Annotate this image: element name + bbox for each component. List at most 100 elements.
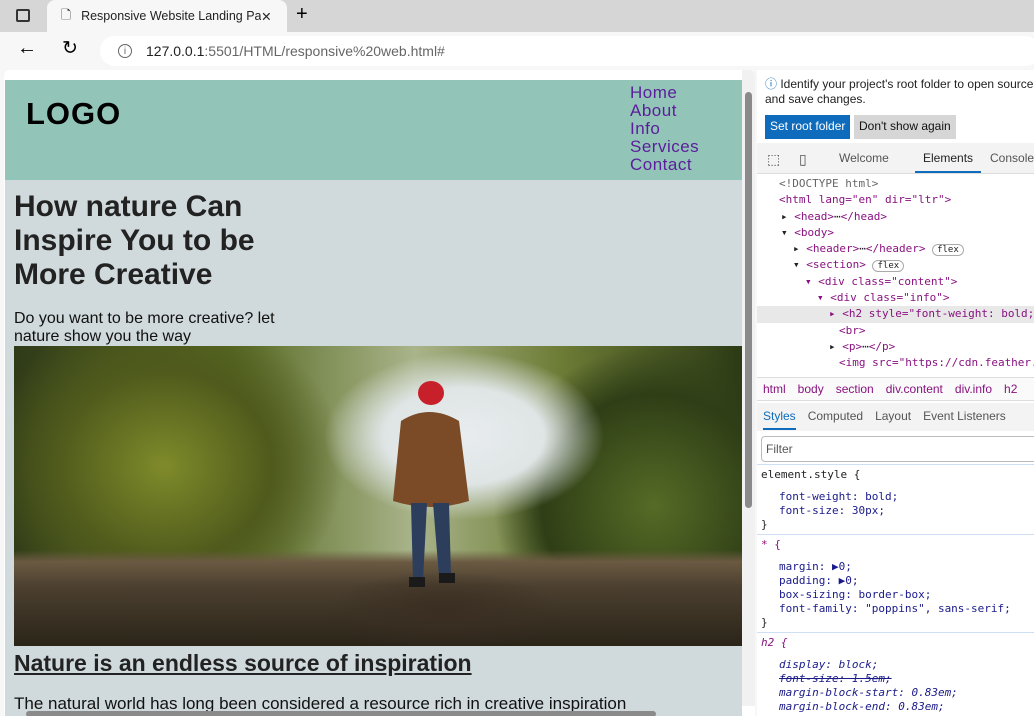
style-rule: element.style { font-weight: bold; font-… <box>757 464 1034 534</box>
tab-welcome[interactable]: Welcome <box>839 151 889 165</box>
crumb[interactable]: div.info <box>955 382 992 396</box>
nav-info[interactable]: Info <box>630 120 699 138</box>
style-property[interactable]: box-sizing: border-box; <box>761 588 1030 602</box>
tree-node[interactable]: <img src="https://cdn.feather. <box>757 355 1034 371</box>
sidebar-toggle-icon[interactable] <box>16 9 30 22</box>
style-property[interactable]: margin-block-end: 0.83em; <box>761 700 1030 714</box>
nav-menu: Home About Info Services Contact <box>630 84 699 174</box>
reload-icon[interactable]: ↻ <box>62 37 78 60</box>
style-property[interactable]: font-weight: bold; <box>761 490 1030 504</box>
rule-close: } <box>761 518 768 531</box>
style-property[interactable]: font-size: 30px; <box>761 504 1030 518</box>
tag: <body> <box>794 225 834 239</box>
site-info-icon[interactable]: i <box>118 44 132 58</box>
back-icon[interactable]: ← <box>17 37 37 60</box>
tag: <h2 style="font-weight: bold; <box>842 307 1034 321</box>
hero-photo <box>14 346 742 646</box>
page-viewport: LOGO Home About Info Services Contact Ho… <box>4 70 755 716</box>
vertical-scrollbar[interactable] <box>742 70 755 706</box>
style-property[interactable]: font-family: "poppins", sans-serif; <box>761 602 1030 616</box>
style-property[interactable]: display: block; <box>761 658 1030 672</box>
close-tab-icon[interactable]: ✕ <box>261 9 271 24</box>
tree-node[interactable]: ▸ <p>⋯</p> <box>757 339 1034 355</box>
tree-node[interactable]: ▸ <header>⋯</header> flex <box>757 241 1034 257</box>
info-icon: ⓘ <box>765 77 781 91</box>
root-folder-banner: ⓘ Identify your project's root folder to… <box>765 77 1034 107</box>
tag: <header> <box>806 242 860 256</box>
flex-badge[interactable]: flex <box>932 244 964 257</box>
lead-text: Do you want to be more creative? let nat… <box>14 310 275 345</box>
tag: <div class="content"> <box>818 274 958 288</box>
devtools-tabs: ⬚ ▯ Welcome Elements Console <box>757 143 1034 174</box>
logo: LOGO <box>26 96 122 131</box>
tree-node[interactable]: <br> <box>757 323 1034 339</box>
tag: <p> <box>842 339 863 353</box>
tree-node[interactable]: ▾ <body> <box>757 225 1034 241</box>
tree-node[interactable]: <!DOCTYPE html> <box>757 176 1034 192</box>
tree-node[interactable]: ▾ <div class="content"> <box>757 274 1034 290</box>
section-subheading[interactable]: Nature is an endless source of inspirati… <box>14 650 472 677</box>
tag: </p> <box>868 339 896 353</box>
site-header: LOGO Home About Info Services Contact <box>5 80 742 180</box>
nav-services[interactable]: Services <box>630 138 699 156</box>
tree-node[interactable]: <html lang="en" dir="ltr"> <box>757 192 1034 208</box>
tab-title: Responsive Website Landing Page <box>81 9 262 23</box>
style-property[interactable]: padding: ▶0; <box>761 574 1030 588</box>
tab-event-listeners[interactable]: Event Listeners <box>923 409 1006 423</box>
device-emulation-icon[interactable]: ▯ <box>799 151 807 168</box>
dont-show-again-button[interactable]: Don't show again <box>854 115 956 139</box>
style-property-overridden[interactable]: font-size: 1.5em; <box>761 672 1030 686</box>
style-property[interactable]: margin-block-start: 0.83em; <box>761 686 1030 700</box>
tab-styles[interactable]: Styles <box>763 409 796 430</box>
tab-computed[interactable]: Computed <box>808 409 863 423</box>
devtools-panel: ⓘ Identify your project's root folder to… <box>757 70 1034 716</box>
crumb[interactable]: section <box>836 382 874 396</box>
url-path: :5501/HTML/responsive%20web.html# <box>204 43 445 59</box>
content-section: How nature Can Inspire You to be More Cr… <box>5 180 742 716</box>
tab-bar: 🗋 Responsive Website Landing Page ✕ + <box>0 0 1034 32</box>
rule-selector: h2 { <box>761 636 788 649</box>
person-walking-figure <box>393 381 469 587</box>
scrollbar-thumb[interactable] <box>745 92 752 508</box>
page-heading: How nature Can Inspire You to be More Cr… <box>14 190 255 291</box>
rule-selector: * { <box>761 538 781 551</box>
tree-node-selected[interactable]: ▸ <h2 style="font-weight: bold; <box>757 306 1034 323</box>
styles-filter-input[interactable]: Filter <box>761 436 1034 462</box>
crumb[interactable]: html <box>763 382 786 396</box>
rule-selector: element.style { <box>761 468 861 481</box>
tree-node[interactable]: ▾ <section> flex <box>757 257 1034 273</box>
nav-about[interactable]: About <box>630 102 699 120</box>
style-rule: h2 { display: block; font-size: 1.5em; m… <box>757 632 1034 716</box>
page-icon: 🗋 <box>61 7 72 22</box>
crumb[interactable]: div.content <box>886 382 943 396</box>
rule-close: } <box>761 616 768 629</box>
styles-tabs: Styles Computed Layout Event Listeners <box>757 403 1034 431</box>
tab-console[interactable]: Console <box>990 151 1034 165</box>
style-rule: * { margin: ▶0; padding: ▶0; box-sizing:… <box>757 534 1034 632</box>
tree-node[interactable]: ▾ <div class="info"> <box>757 290 1034 306</box>
tag: </head> <box>840 209 887 223</box>
inspect-element-icon[interactable]: ⬚ <box>767 151 780 168</box>
url-host: 127.0.0.1 <box>146 43 205 59</box>
tag: <div class="info"> <box>830 291 950 305</box>
horizontal-scrollbar-thumb[interactable] <box>26 711 656 716</box>
breadcrumb: html body section div.content div.info h2 <box>757 377 1034 401</box>
new-tab-icon[interactable]: + <box>296 3 308 26</box>
crumb[interactable]: h2 <box>1004 382 1017 396</box>
browser-tab[interactable]: 🗋 Responsive Website Landing Page ✕ <box>47 0 287 32</box>
banner-text: Identify your project's root folder to o… <box>765 77 1034 106</box>
crumb[interactable]: body <box>798 382 824 396</box>
styles-pane: element.style { font-weight: bold; font-… <box>757 464 1034 716</box>
style-property[interactable]: margin: ▶0; <box>761 560 1030 574</box>
nav-contact[interactable]: Contact <box>630 156 699 174</box>
flex-badge[interactable]: flex <box>872 260 905 273</box>
tab-layout[interactable]: Layout <box>875 409 911 423</box>
nav-home[interactable]: Home <box>630 84 699 102</box>
dom-tree: <!DOCTYPE html> <html lang="en" dir="ltr… <box>757 176 1034 372</box>
tag: <head> <box>794 209 834 223</box>
tag: </header> <box>865 242 926 256</box>
tab-elements[interactable]: Elements <box>915 151 982 173</box>
url-input[interactable]: i 127.0.0.1:5501/HTML/responsive%20web.h… <box>100 36 1034 66</box>
set-root-folder-button[interactable]: Set root folder <box>765 115 851 139</box>
tree-node[interactable]: ▸ <head>⋯</head> <box>757 209 1034 225</box>
